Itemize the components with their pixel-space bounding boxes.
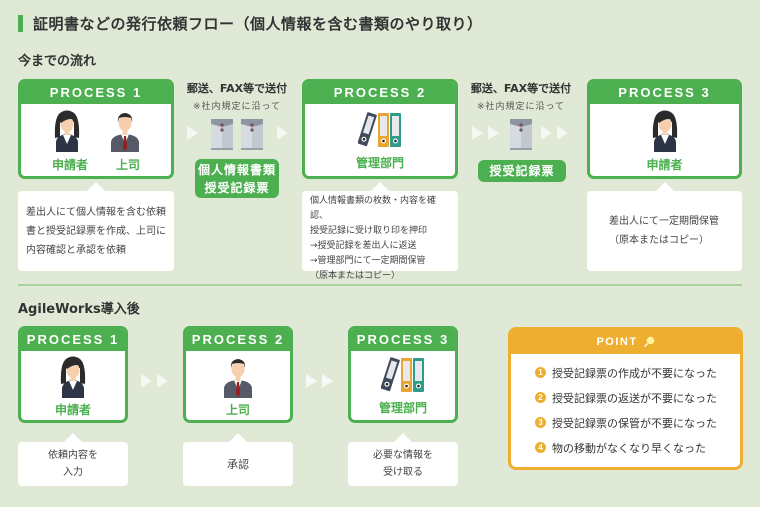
badge-line: 授受記録票 <box>489 164 555 178</box>
note-text: 承認 <box>227 457 249 471</box>
woman-icon <box>47 108 87 152</box>
role-admin-dept: 管理部門 <box>378 401 427 415</box>
after-process-1-card: PROCESS 1 申請者 <box>18 326 128 423</box>
badge-line: 授受記録票 <box>204 180 270 195</box>
role-supervisor: 上司 <box>116 157 141 172</box>
man-icon <box>105 108 145 152</box>
envelope-icon <box>509 117 533 151</box>
envelope-icon <box>240 117 264 151</box>
arrow-right-icon <box>277 126 288 140</box>
after-process-2-card: PROCESS 2 上司 <box>183 326 293 423</box>
number-badge: 3 <box>535 417 546 428</box>
note-line: 入力 <box>63 467 83 478</box>
number-badge: 1 <box>535 367 546 378</box>
section-heading-after: AgileWorks導入後 <box>18 302 140 317</box>
send-subnote: ※社内規定に沿って <box>192 102 282 112</box>
role-applicant: 申請者 <box>646 157 683 172</box>
point-list: 1 授受記録票の作成が不要になった 2 授受記録票の返送が不要になった 3 授受… <box>511 354 740 460</box>
woman-icon <box>645 108 685 152</box>
before-process-2-card: PROCESS 2 管理部門 <box>302 79 458 179</box>
arrow-right-icon <box>322 374 333 388</box>
point-text: 物の移動がなくなり早くなった <box>552 441 706 455</box>
process-label: PROCESS 2 <box>186 329 290 351</box>
section-divider <box>18 284 742 286</box>
arrow-right-icon <box>157 374 168 388</box>
section-heading-before: 今までの流れ <box>18 54 97 69</box>
arrow-right-icon <box>141 374 152 388</box>
note-line: 受け取る <box>383 467 423 478</box>
arrow-right-icon <box>472 126 483 140</box>
before-process-3-note: 差出人にて一定期間保管 （原本またはコピー） <box>587 182 742 271</box>
before-process-3-card: PROCESS 3 申請者 <box>587 79 742 179</box>
process-label: PROCESS 1 <box>21 329 125 351</box>
note-line: 必要な情報を <box>373 450 433 461</box>
point-item: 3 授受記録票の保管が不要になった <box>535 410 740 435</box>
note-line: →授受記録を差出人に返送 <box>310 241 417 251</box>
note-text: 差出人にて個人情報を含む依頼書と授受記録票を作成、上司に内容確認と承認を依頼 <box>26 206 166 256</box>
note-line: →管理部門にて一定期間保管 <box>310 256 426 266</box>
badge-line: 個人情報書類 <box>197 162 276 177</box>
arrow-right-icon <box>541 126 552 140</box>
badge-documents: 個人情報書類 授受記録票 <box>195 159 279 198</box>
note-line: 差出人にて一定期間保管 <box>609 216 719 227</box>
note-line: 授受記録に受け取り印を押印 <box>310 226 428 236</box>
binders-icon <box>381 355 425 393</box>
note-line: （原本またはコピー） <box>310 271 401 281</box>
point-item: 2 授受記録票の返送が不要になった <box>535 385 740 410</box>
title-accent-bar <box>18 15 23 32</box>
point-box: POINT 1 授受記録票の作成が不要になった 2 授受記録票の返送が不要になっ… <box>508 327 743 470</box>
point-label: POINT <box>596 336 638 348</box>
send-heading: 郵送、FAX等で送付 <box>186 82 288 95</box>
note-line: 依頼内容を <box>48 450 98 461</box>
point-text: 授受記録票の保管が不要になった <box>552 416 717 430</box>
arrow-right-icon <box>187 126 198 140</box>
before-process-1-note: 差出人にて個人情報を含む依頼書と授受記録票を作成、上司に内容確認と承認を依頼 <box>18 182 174 271</box>
role-applicant: 申請者 <box>51 157 88 172</box>
after-process-2-note: 承認 <box>183 433 293 486</box>
number-badge: 4 <box>535 442 546 453</box>
arrow-right-icon <box>306 374 317 388</box>
man-icon <box>218 354 258 398</box>
envelope-icon <box>210 117 234 151</box>
process-label: PROCESS 3 <box>351 329 455 351</box>
point-item: 4 物の移動がなくなり早くなった <box>535 435 740 460</box>
process-label: PROCESS 3 <box>590 82 739 104</box>
process-label: PROCESS 2 <box>305 82 455 104</box>
page-title: 証明書などの発行依頼フロー（個人情報を含む書類のやり取り） <box>18 13 483 34</box>
before-process-2-note: 個人情報書類の枚数・内容を確認、 授受記録に受け取り印を押印 →授受記録を差出人… <box>302 182 458 281</box>
page-title-text: 証明書などの発行依頼フロー（個人情報を含む書類のやり取り） <box>33 15 483 33</box>
number-badge: 2 <box>535 392 546 403</box>
after-process-3-note: 必要な情報を 受け取る <box>348 433 458 486</box>
note-line: 個人情報書類の枚数・内容を確認、 <box>310 196 437 221</box>
woman-icon <box>53 354 93 398</box>
role-applicant: 申請者 <box>54 402 91 417</box>
process-label: PROCESS 1 <box>21 82 171 104</box>
before-process-1-card: PROCESS 1 申請者 上司 <box>18 79 174 179</box>
point-item: 1 授受記録票の作成が不要になった <box>535 360 740 385</box>
note-line: （原本またはコピー） <box>609 235 709 246</box>
point-text: 授受記録票の作成が不要になった <box>552 366 717 380</box>
role-supervisor: 上司 <box>225 402 250 417</box>
before-send-2: 郵送、FAX等で送付 ※社内規定に沿って <box>462 80 580 112</box>
send-heading: 郵送、FAX等で送付 <box>470 82 572 95</box>
lightbulb-icon <box>643 336 654 347</box>
badge-receipt-record: 授受記録票 <box>478 160 566 182</box>
arrow-right-icon <box>488 126 499 140</box>
role-admin-dept: 管理部門 <box>355 155 404 170</box>
binders-icon <box>358 110 402 148</box>
after-process-3-card: PROCESS 3 管理部門 <box>348 326 458 423</box>
point-header: POINT <box>511 330 740 354</box>
before-send-1: 郵送、FAX等で送付 ※社内規定に沿って <box>176 80 298 112</box>
after-process-1-note: 依頼内容を 入力 <box>18 433 128 486</box>
point-text: 授受記録票の返送が不要になった <box>552 391 717 405</box>
arrow-right-icon <box>557 126 568 140</box>
send-subnote: ※社内規定に沿って <box>476 102 566 112</box>
